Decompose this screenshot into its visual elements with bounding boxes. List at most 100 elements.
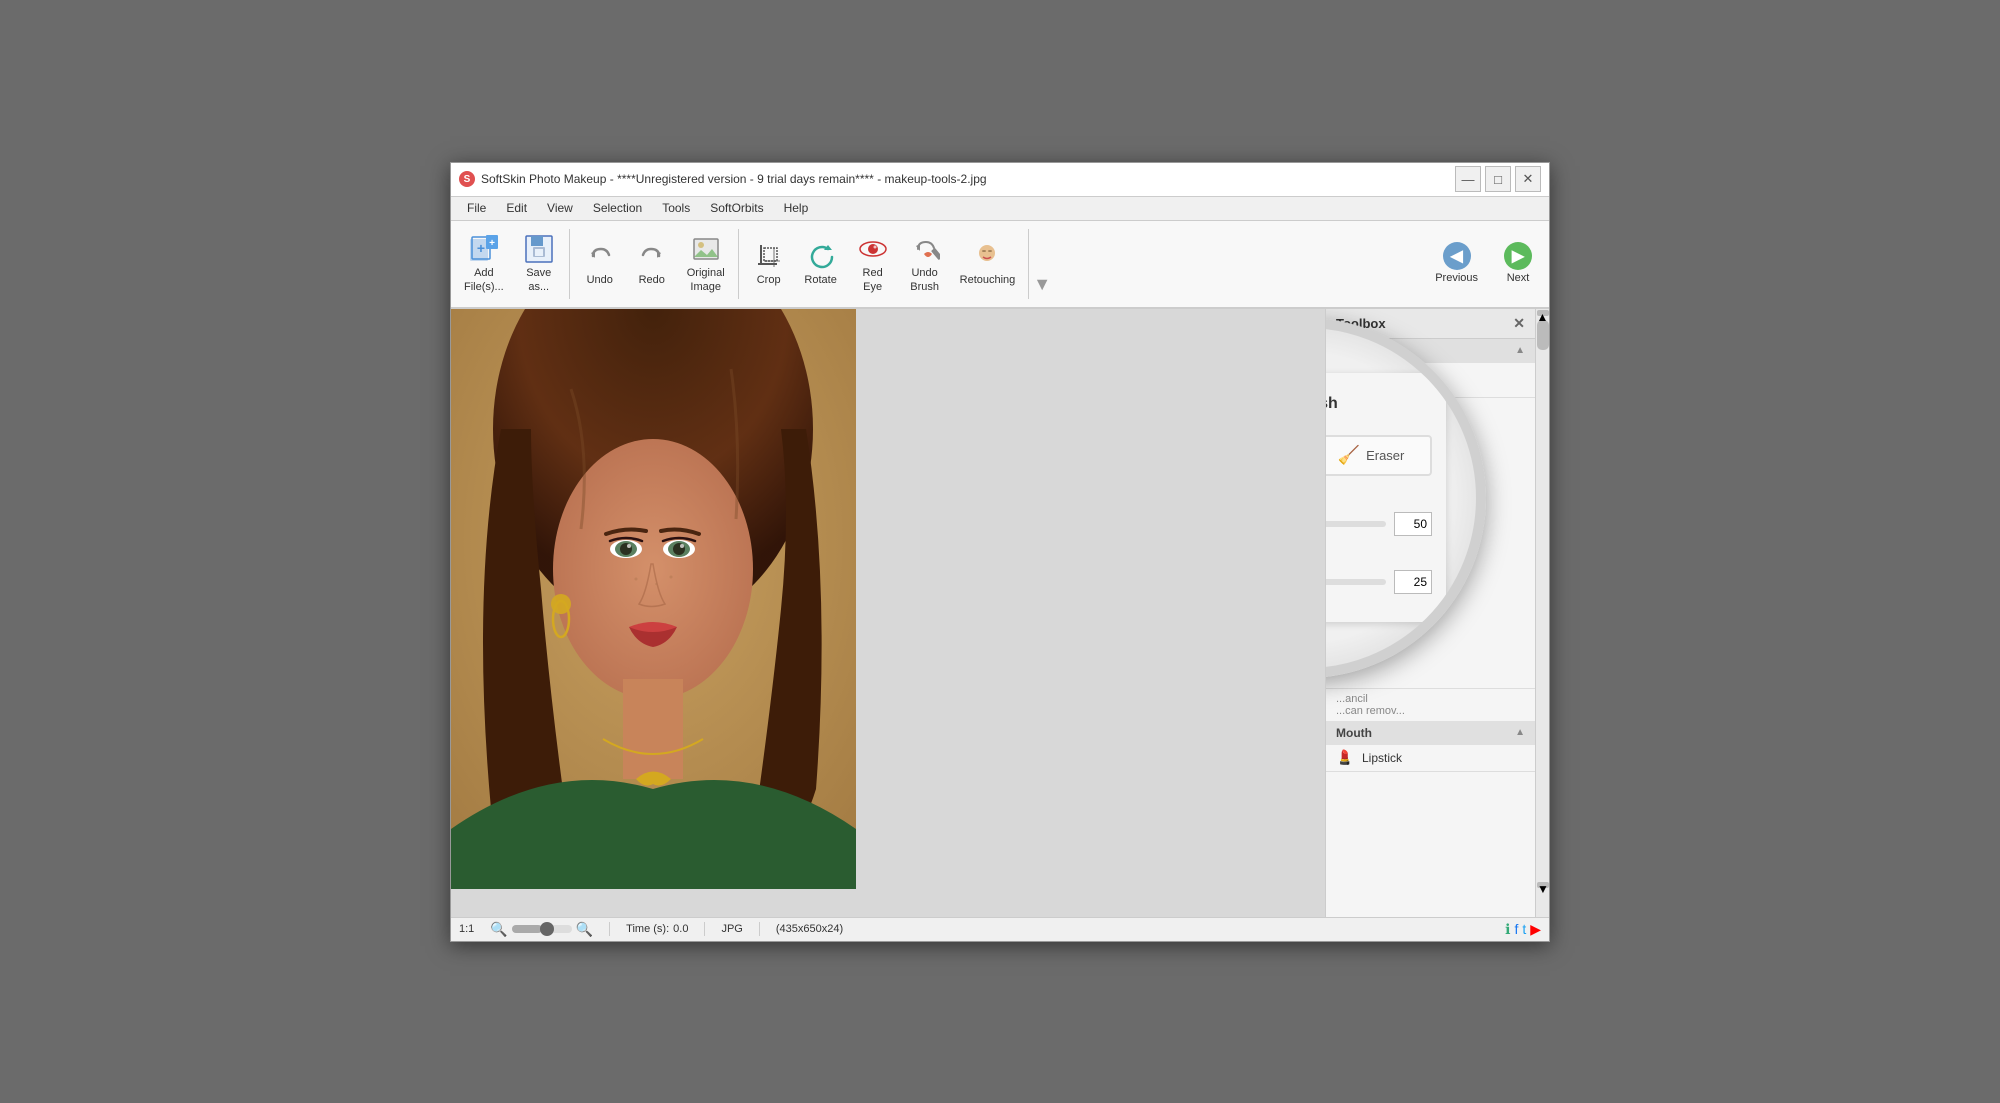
add-files-label: AddFile(s)... [464,267,504,293]
red-eye-button[interactable]: RedEye [847,225,899,303]
scroll-thumb[interactable] [1537,320,1549,350]
color-intensity-value[interactable]: 25 [1394,570,1432,594]
scroll-up-button[interactable]: ▲ [1537,310,1549,316]
photo-svg [451,309,856,889]
photo-area[interactable] [451,309,1325,917]
next-button[interactable]: ▶ Next [1491,237,1545,290]
mouth-section-label: Mouth [1336,726,1372,740]
main-window: S SoftSkin Photo Makeup - ****Unregister… [450,162,1550,942]
zoom-value: 1:1 [459,923,474,935]
rotate-icon [805,240,837,272]
radius-track[interactable] [1325,521,1386,527]
youtube-icon[interactable]: ▶ [1530,921,1541,938]
minimize-button[interactable]: — [1455,166,1481,192]
undo-icon [584,240,616,272]
eraser-icon: 🧹 [1338,445,1360,466]
window-controls: — □ ✕ [1455,166,1541,192]
redo-label: Redo [639,274,665,287]
menu-view[interactable]: View [539,199,581,217]
zoom-status: 1:1 [459,923,474,935]
pencil-partial: ...ancil [1336,693,1525,705]
zoom-slider[interactable] [512,925,572,933]
zoom-in-button[interactable]: 🔍 [576,921,593,938]
svg-text:+: + [477,240,485,256]
redo-button[interactable]: Redo [626,225,678,303]
toolbox-close-button[interactable]: ✕ [1513,315,1525,332]
add-files-icon: + + [468,233,500,265]
toolbar-more-dropdown[interactable]: ▼ [1033,274,1051,295]
color-intensity-label: Color intensity [1325,550,1432,564]
zoom-controls: 🔍 🔍 [490,921,593,938]
red-eye-label: RedEye [863,267,883,293]
smudge-area: ◀ Smudge Brush 🖌️ Brush 🧹 [1326,398,1535,688]
mouth-section-arrow: ▲ [1515,727,1525,738]
save-as-icon [523,233,555,265]
facebook-icon[interactable]: f [1514,921,1518,937]
zoom-fill [512,925,542,933]
rotate-button[interactable]: Rotate [795,225,847,303]
original-image-label: OriginalImage [687,267,725,293]
scroll-down-button[interactable]: ▼ [1537,882,1549,888]
menu-softorbits[interactable]: SoftOrbits [702,199,771,217]
crop-button[interactable]: Crop [743,225,795,303]
close-button[interactable]: ✕ [1515,166,1541,192]
color-intensity-slider-row: 25 [1325,570,1432,594]
svg-text:+: + [489,238,495,249]
save-as-button[interactable]: Saveas... [513,225,565,303]
retouching-button[interactable]: Retouching [951,225,1025,303]
format-value: JPG [721,923,742,935]
previous-button[interactable]: ◀ Previous [1422,237,1491,290]
previous-label: Previous [1435,272,1478,285]
undo-brush-button[interactable]: UndoBrush [899,225,951,303]
menu-bar: File Edit View Selection Tools SoftOrbit… [451,197,1549,221]
menu-selection[interactable]: Selection [585,199,650,217]
photo-container [451,309,856,889]
radius-value[interactable]: 50 [1394,512,1432,536]
separator-status-1 [609,922,610,936]
color-intensity-track[interactable] [1325,579,1386,585]
toolbar-nav: ◀ Previous ▶ Next [1422,225,1545,303]
menu-file[interactable]: File [459,199,494,217]
red-eye-icon [857,233,889,265]
eraser-button[interactable]: 🧹 Eraser [1325,435,1432,476]
rotate-label: Rotate [804,274,836,287]
brush-eraser-row: 🖌️ Brush 🧹 Eraser [1325,435,1432,476]
time-status: Time (s): 0.0 [626,923,688,935]
time-label: Time (s): [626,923,669,935]
undo-button[interactable]: Undo [574,225,626,303]
menu-tools[interactable]: Tools [654,199,698,217]
add-files-button[interactable]: + + AddFile(s)... [455,225,513,303]
dimensions-value: (435x650x24) [776,923,843,935]
mouth-section: Mouth ▲ 💄 Lipstick [1326,721,1535,772]
radius-section: Radius 50 [1325,492,1432,536]
window-title: SoftSkin Photo Makeup - ****Unregistered… [481,172,987,186]
lipstick-tool[interactable]: 💄 Lipstick [1326,745,1535,771]
separator-status-3 [759,922,760,936]
skin-section-arrow: ▲ [1515,345,1525,356]
zoom-thumb[interactable] [540,922,554,936]
original-image-button[interactable]: OriginalImage [678,225,734,303]
lipstick-icon: 💄 [1336,749,1354,767]
status-bar: 1:1 🔍 🔍 Time (s): 0.0 JPG (435x650x24) ℹ… [451,917,1549,941]
zoom-out-button[interactable]: 🔍 [490,921,507,938]
color-intensity-section: Color intensity 25 [1325,550,1432,594]
maximize-button[interactable]: □ [1485,166,1511,192]
separator-status-2 [704,922,705,936]
title-bar-left: S SoftSkin Photo Makeup - ****Unregister… [459,171,987,187]
mouth-section-header[interactable]: Mouth ▲ [1326,721,1535,745]
toolbox-panel: Toolbox ✕ Skin ▲ ⬛ [1325,309,1535,917]
smudge-brush-title: Smudge Brush [1325,395,1338,413]
toolbar: + + AddFile(s)... Saveas... [451,221,1549,309]
undo-label: Undo [587,274,613,287]
next-arrow-icon: ▶ [1504,242,1532,270]
twitter-icon[interactable]: t [1522,921,1526,937]
retouching-icon [971,240,1003,272]
next-label: Next [1507,272,1530,285]
crop-label: Crop [757,274,781,287]
menu-help[interactable]: Help [776,199,817,217]
eraser-label: Eraser [1366,448,1404,463]
main-scrollbar[interactable]: ▲ ▼ [1535,309,1549,917]
menu-edit[interactable]: Edit [498,199,535,217]
separator-3 [1028,229,1029,299]
smudge-title-row: ◀ Smudge Brush [1325,387,1432,421]
